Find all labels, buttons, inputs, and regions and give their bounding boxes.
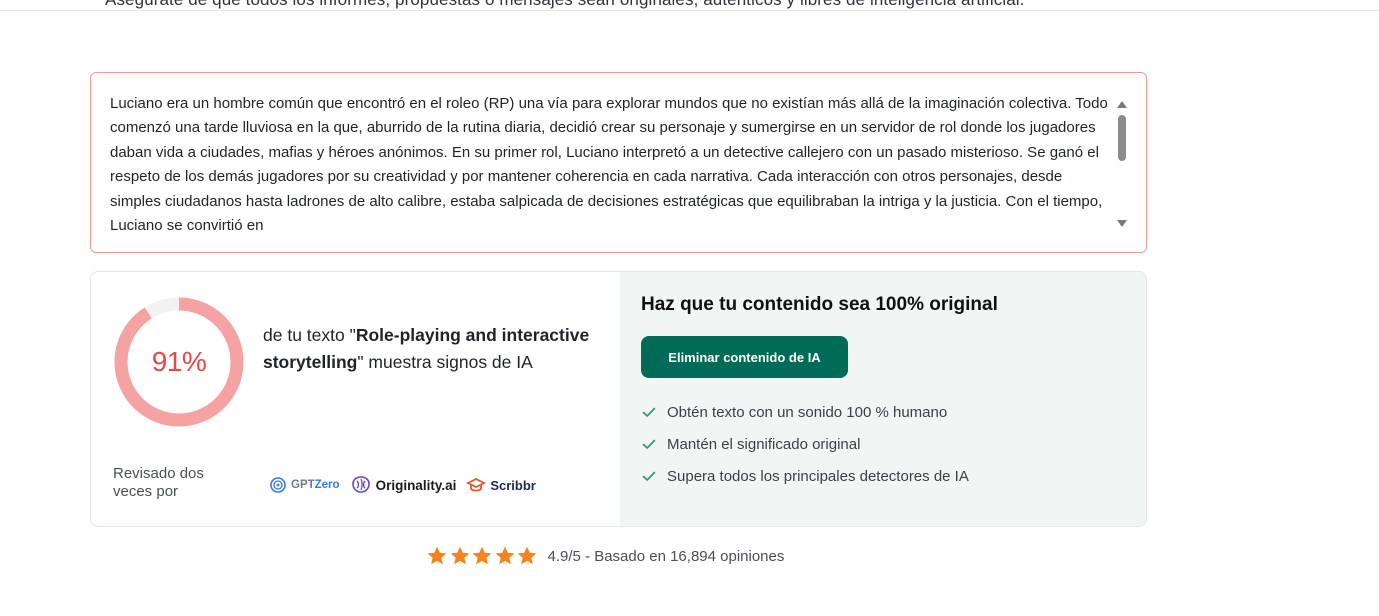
result-text-prefix: de tu texto ": [263, 325, 356, 345]
star-icon: [472, 546, 492, 565]
rating-text: 4.9/5 - Basado en 16,894 opiniones: [547, 547, 785, 565]
detector-logos: GPTZero Originality.ai Scribbr: [269, 473, 536, 497]
check-icon: [642, 439, 656, 449]
scribbr-cap-icon: [466, 477, 487, 492]
feature-list: Obtén texto con un sonido 100 % humano M…: [641, 396, 969, 492]
result-card: 91% de tu texto "Role-playing and intera…: [90, 271, 1147, 527]
originality-brain-icon: [351, 476, 370, 493]
originality-logo: Originality.ai: [350, 475, 457, 495]
top-divider: [0, 10, 1379, 11]
result-summary: de tu texto "Role-playing and interactiv…: [263, 322, 608, 375]
check-icon: [642, 407, 656, 417]
gptzero-suffix: Zero: [314, 479, 340, 491]
rating-summary: 4.9/5 - Basado en 16,894 opiniones: [426, 543, 784, 569]
feature-label: Obtén texto con un sonido 100 % humano: [667, 403, 948, 421]
ai-score-percentage: 91%: [151, 346, 207, 377]
cta-title: Haz que tu contenido sea 100% original: [641, 294, 998, 315]
check-icon: [642, 471, 656, 481]
scribbr-name: Scribbr: [490, 477, 536, 493]
gptzero-prefix: GPT: [291, 479, 315, 491]
feature-item: Obtén texto con un sonido 100 % humano: [641, 396, 969, 428]
feature-item: Supera todos los principales detectores …: [641, 460, 969, 492]
feature-label: Mantén el significado original: [667, 435, 861, 453]
originality-name: Originality.ai: [375, 477, 457, 493]
scroll-up-arrow-icon[interactable]: [1117, 101, 1127, 108]
gptzero-logo: GPTZero: [269, 476, 340, 494]
feature-label: Supera todos los principales detectores …: [667, 467, 969, 485]
text-scrollbar[interactable]: [1116, 95, 1128, 233]
star-icon: [450, 546, 469, 565]
scrollbar-thumb[interactable]: [1118, 115, 1126, 161]
remove-ai-content-button[interactable]: Eliminar contenido de IA: [641, 336, 848, 378]
input-text[interactable]: Luciano era un hombre común que encontró…: [110, 92, 1115, 238]
gptzero-icon: [270, 477, 286, 493]
input-text-box[interactable]: Luciano era un hombre común que encontró…: [90, 72, 1147, 253]
ai-score-panel: 91% de tu texto "Role-playing and intera…: [91, 272, 620, 526]
star-icon: [517, 546, 537, 565]
page-subtitle: Asegúrate de que todos los informes, pro…: [105, 0, 1024, 10]
feature-item: Mantén el significado original: [641, 428, 969, 460]
result-text-suffix: " muestra signos de IA: [357, 351, 533, 372]
star-icon: [427, 546, 447, 565]
scroll-down-arrow-icon[interactable]: [1117, 220, 1127, 227]
scribbr-logo: Scribbr: [466, 477, 536, 493]
cta-panel: Haz que tu contenido sea 100% original E…: [620, 272, 1146, 526]
star-icon: [495, 546, 514, 565]
reviewed-by-label: Revisado dos veces por: [113, 465, 204, 500]
